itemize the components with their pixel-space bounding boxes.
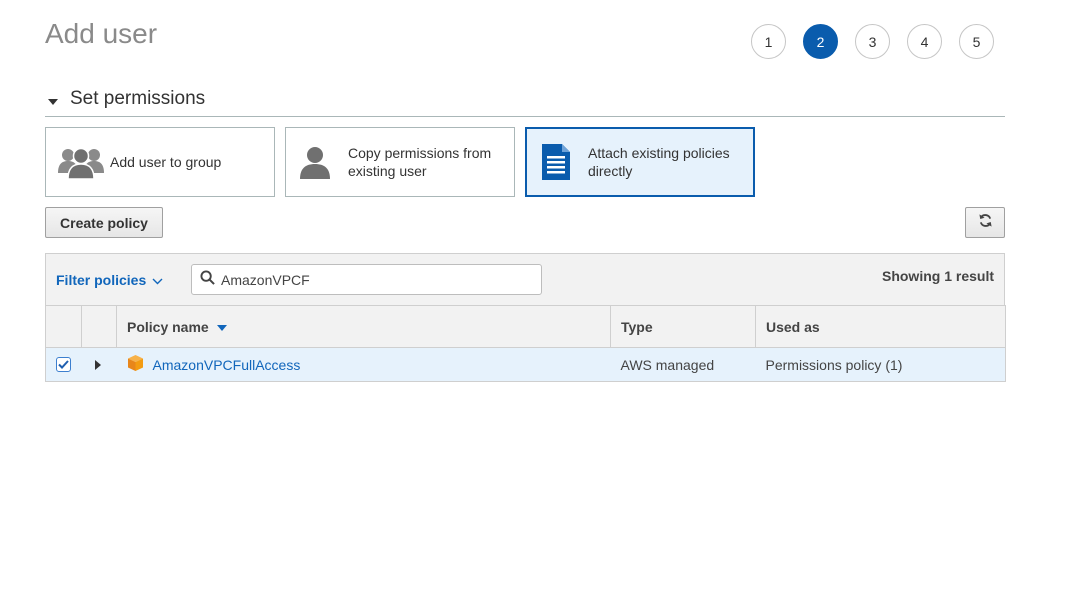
- tile-label: Add user to group: [110, 154, 222, 170]
- step-5[interactable]: 5: [959, 24, 994, 59]
- column-header-policy-name[interactable]: Policy name: [116, 305, 611, 348]
- policies-table-panel: Filter policies Showing 1 result: [45, 253, 1006, 382]
- result-count: Showing 1 result: [881, 268, 994, 284]
- set-permissions-header[interactable]: Set permissions: [45, 88, 1005, 117]
- refresh-button[interactable]: [965, 207, 1005, 238]
- table-row[interactable]: AmazonVPCFullAccess AWS managed Permissi…: [45, 347, 1006, 382]
- policy-link[interactable]: AmazonVPCFullAccess: [127, 355, 301, 374]
- row-select-cell: [45, 347, 82, 382]
- document-icon: [538, 142, 588, 182]
- tile-add-user-to-group[interactable]: Add user to group: [45, 127, 275, 197]
- policy-name-cell: AmazonVPCFullAccess: [116, 347, 611, 382]
- caret-down-icon: [48, 99, 58, 105]
- policy-name: AmazonVPCFullAccess: [152, 356, 301, 373]
- step-1[interactable]: 1: [751, 24, 786, 59]
- policy-box-icon: [127, 355, 144, 374]
- section-title: Set permissions: [70, 88, 206, 109]
- filter-bar: Filter policies Showing 1 result: [45, 253, 1005, 305]
- sort-desc-icon[interactable]: [216, 324, 227, 331]
- permission-options: Add user to group Copy permissions from …: [45, 127, 755, 197]
- expand-caret-icon[interactable]: [94, 359, 101, 370]
- tile-label: Copy permissions from existing user: [348, 145, 492, 179]
- user-icon: [298, 142, 348, 182]
- step-4[interactable]: 4: [907, 24, 942, 59]
- row-expand-cell: [81, 347, 117, 382]
- select-column-header: [45, 305, 82, 348]
- type-cell: AWS managed: [610, 347, 756, 382]
- search-input[interactable]: [221, 271, 521, 288]
- column-header-used-as[interactable]: Used as: [755, 305, 1006, 348]
- filter-policies-dropdown[interactable]: Filter policies: [56, 272, 163, 288]
- used-as-cell: Permissions policy (1): [755, 347, 1006, 382]
- tile-copy-permissions[interactable]: Copy permissions from existing user: [285, 127, 515, 197]
- search-icon: [200, 269, 215, 290]
- row-checkbox[interactable]: [56, 357, 71, 372]
- filter-label: Filter policies: [56, 272, 147, 288]
- step-3[interactable]: 3: [855, 24, 890, 59]
- step-2-active[interactable]: 2: [803, 24, 838, 59]
- create-policy-button[interactable]: Create policy: [45, 207, 163, 238]
- tile-attach-policies[interactable]: Attach existing policies directly: [525, 127, 755, 197]
- tile-label: Attach existing policies directly: [588, 145, 730, 179]
- chevron-down-icon: [152, 272, 163, 288]
- column-label: Policy name: [127, 318, 209, 335]
- column-header-type[interactable]: Type: [610, 305, 756, 348]
- search-box[interactable]: [191, 264, 542, 295]
- refresh-icon: [978, 213, 993, 233]
- page-title: Add user: [45, 18, 158, 49]
- policies-table: Policy name Type Used as AmazonVPCFullAc…: [45, 305, 1006, 382]
- wizard-steps: 1 2 3 4 5: [751, 24, 994, 59]
- users-group-icon: [58, 142, 110, 182]
- expand-column-header: [81, 305, 117, 348]
